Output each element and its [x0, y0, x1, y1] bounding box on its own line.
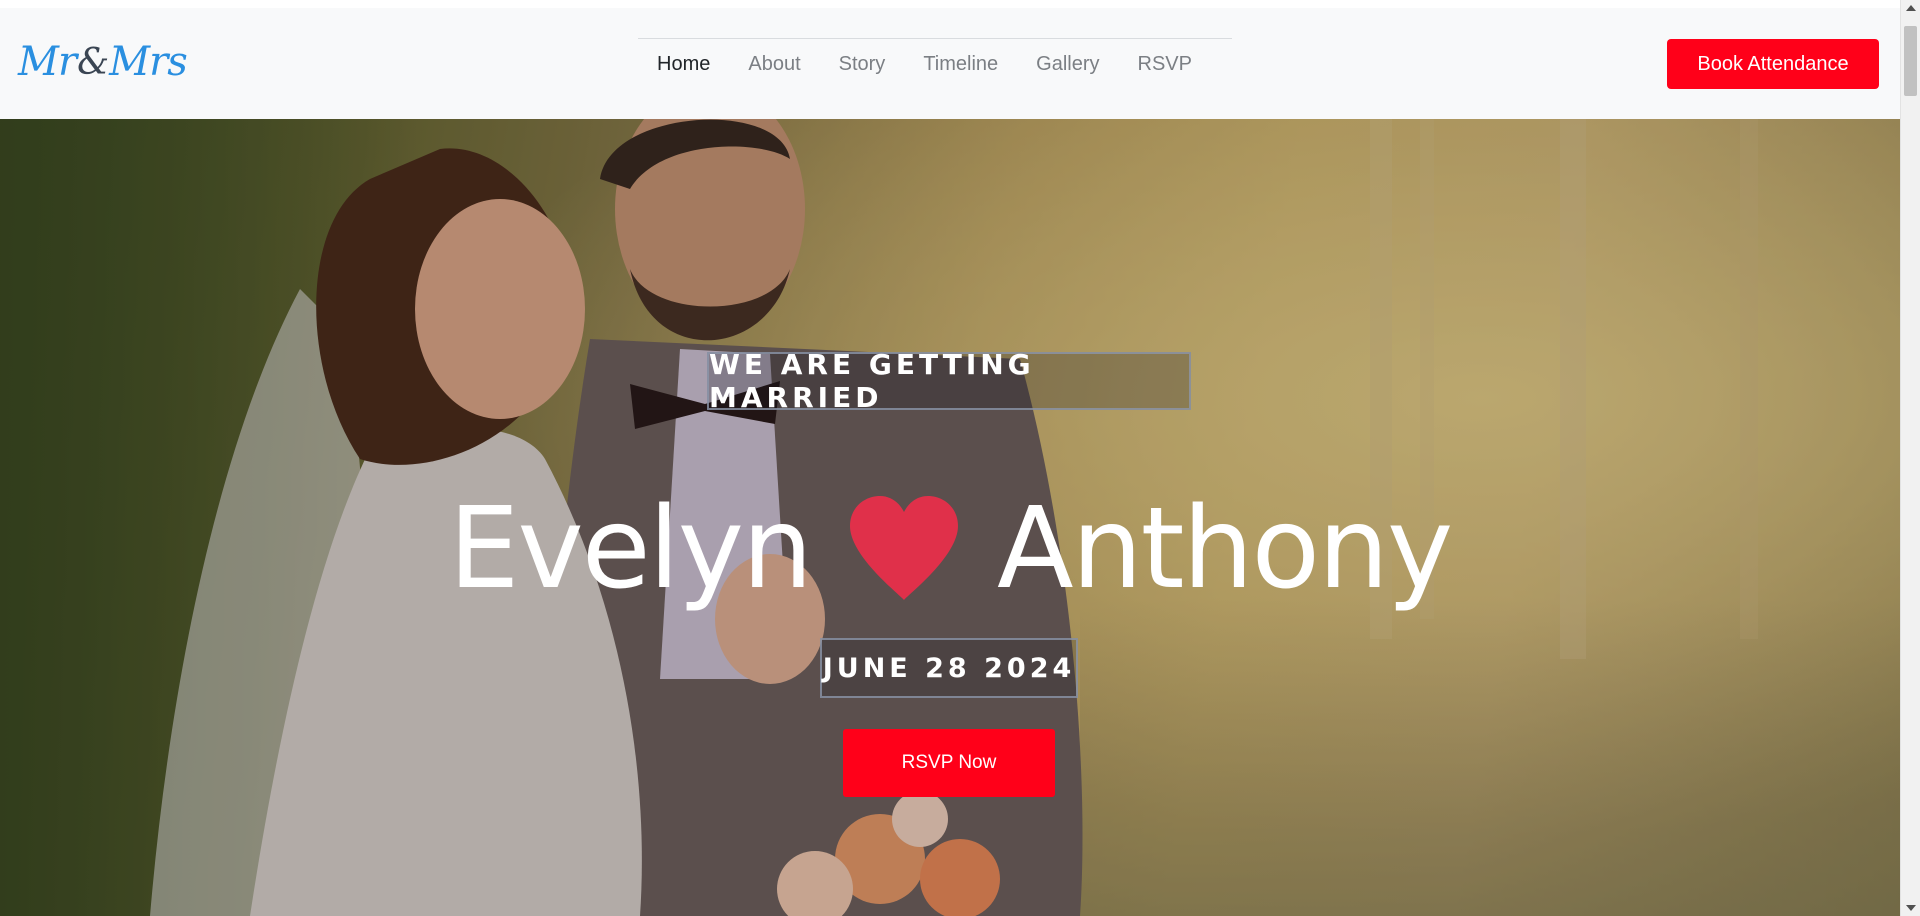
groom-name: Anthony: [997, 484, 1453, 614]
hero-content: WE ARE GETTING MARRIED Evelyn Anthony JU…: [0, 119, 1900, 916]
scroll-up-arrow-icon[interactable]: [1906, 5, 1916, 11]
scroll-down-arrow-icon[interactable]: [1906, 905, 1916, 911]
nav-link-about[interactable]: About: [729, 53, 819, 76]
tagline-frame: WE ARE GETTING MARRIED: [707, 348, 1191, 414]
hero-section: WE ARE GETTING MARRIED Evelyn Anthony JU…: [0, 119, 1900, 916]
scroll-thumb[interactable]: [1904, 26, 1917, 96]
navbar: Mr & Mrs Home About Story Timeline Gallery…: [0, 8, 1900, 119]
logo-mrs: Mrs: [109, 39, 188, 85]
bride-name: Evelyn: [448, 484, 813, 614]
nav-link-gallery[interactable]: Gallery: [1017, 53, 1118, 76]
nav-link-home[interactable]: Home: [638, 53, 729, 76]
page-scrollbar[interactable]: [1900, 0, 1920, 916]
main-nav: Home About Story Timeline Gallery RSVP: [638, 38, 1232, 89]
date-frame: JUNE 28 2024: [820, 638, 1078, 698]
rsvp-now-button[interactable]: RSVP Now: [843, 729, 1055, 797]
logo-ampersand: &: [77, 41, 109, 83]
nav-link-story[interactable]: Story: [820, 53, 905, 76]
brand-logo[interactable]: Mr & Mrs: [18, 32, 188, 92]
page-viewport: Mr & Mrs Home About Story Timeline Gallery…: [0, 0, 1900, 916]
logo-mr: Mr: [18, 39, 77, 85]
couple-names: Evelyn Anthony: [0, 484, 1900, 614]
nav-link-timeline[interactable]: Timeline: [904, 53, 1017, 76]
hero-tagline: WE ARE GETTING MARRIED: [709, 348, 1035, 414]
nav-link-rsvp[interactable]: RSVP: [1119, 53, 1211, 76]
book-attendance-button[interactable]: Book Attendance: [1667, 39, 1879, 89]
wedding-date: JUNE 28 2024: [822, 652, 1076, 684]
heart-icon: [850, 496, 959, 600]
